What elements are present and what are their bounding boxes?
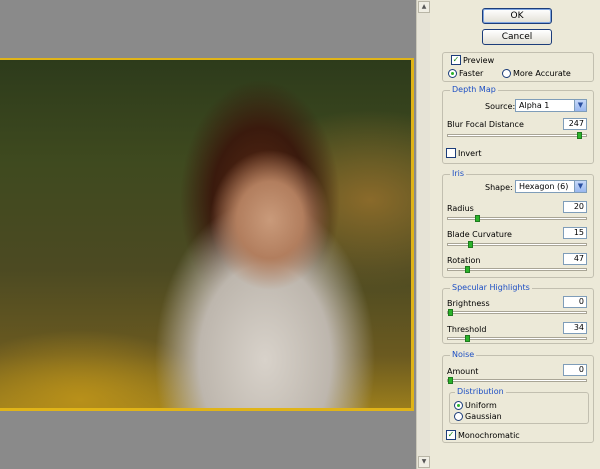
monochromatic-checkbox[interactable]: ✓ <box>446 430 456 440</box>
monochromatic-label: Monochromatic <box>458 431 520 440</box>
amount-input[interactable]: 0 <box>563 364 587 376</box>
preview-image[interactable] <box>0 58 414 411</box>
chevron-down-icon: ▼ <box>574 100 586 111</box>
faster-label: Faster <box>459 69 484 78</box>
chevron-down-icon: ▼ <box>574 181 586 192</box>
vertical-scrollbar[interactable]: ▲ ▼ <box>416 0 430 469</box>
brightness-input[interactable]: 0 <box>563 296 587 308</box>
source-value: Alpha 1 <box>519 101 550 110</box>
depth-map-group: Depth Map Source: Alpha 1 ▼ Blur Focal D… <box>442 85 594 164</box>
settings-panel: OK Cancel ✓ Preview Faster More Accurate… <box>430 0 600 469</box>
invert-checkbox[interactable] <box>446 148 456 158</box>
shape-label: Shape: <box>485 183 513 192</box>
gaussian-label: Gaussian <box>465 412 502 421</box>
amount-label: Amount <box>447 367 479 376</box>
preview-canvas-top <box>0 0 416 58</box>
invert-label: Invert <box>458 149 482 158</box>
scroll-down-icon[interactable]: ▼ <box>418 456 430 468</box>
iris-group: Iris Shape: Hexagon (6) ▼ Radius 20 Blad… <box>442 169 594 278</box>
shape-select[interactable]: Hexagon (6) ▼ <box>515 180 587 193</box>
slider-thumb[interactable] <box>467 241 473 248</box>
radius-slider[interactable] <box>447 215 587 222</box>
more-accurate-label: More Accurate <box>513 69 571 78</box>
brightness-label: Brightness <box>447 299 490 308</box>
slider-thumb[interactable] <box>448 377 453 384</box>
blade-curvature-label: Blade Curvature <box>447 230 512 239</box>
slider-thumb[interactable] <box>577 132 582 139</box>
source-select[interactable]: Alpha 1 ▼ <box>515 99 587 112</box>
distribution-title: Distribution <box>455 387 506 396</box>
radius-label: Radius <box>447 204 474 213</box>
iris-title: Iris <box>450 169 467 178</box>
rotation-label: Rotation <box>447 256 481 265</box>
depth-map-title: Depth Map <box>450 85 498 94</box>
preview-options-group: ✓ Preview Faster More Accurate <box>442 52 594 82</box>
gaussian-radio[interactable] <box>454 412 463 421</box>
noise-title: Noise <box>450 350 477 359</box>
amount-slider[interactable] <box>447 377 587 384</box>
ok-button[interactable]: OK <box>482 8 552 24</box>
threshold-input[interactable]: 34 <box>563 322 587 334</box>
slider-thumb[interactable] <box>465 266 471 273</box>
slider-thumb[interactable] <box>465 335 471 342</box>
cancel-button[interactable]: Cancel <box>482 29 552 45</box>
blade-curvature-slider[interactable] <box>447 241 587 248</box>
uniform-label: Uniform <box>465 401 497 410</box>
uniform-radio[interactable] <box>454 401 463 410</box>
specular-highlights-title: Specular Highlights <box>450 283 532 292</box>
blur-focal-distance-label: Blur Focal Distance <box>447 120 524 129</box>
noise-group: Noise Amount 0 Distribution Uniform Gaus… <box>442 350 594 443</box>
rotation-slider[interactable] <box>447 266 587 273</box>
more-accurate-radio[interactable] <box>502 69 511 78</box>
preview-area <box>0 0 430 469</box>
radius-input[interactable]: 20 <box>563 201 587 213</box>
slider-thumb[interactable] <box>448 309 453 316</box>
threshold-slider[interactable] <box>447 335 587 342</box>
source-label: Source: <box>485 102 516 111</box>
rotation-input[interactable]: 47 <box>563 253 587 265</box>
scroll-up-icon[interactable]: ▲ <box>418 1 430 13</box>
distribution-group: Distribution Uniform Gaussian <box>449 387 589 424</box>
specular-highlights-group: Specular Highlights Brightness 0 Thresho… <box>442 283 594 344</box>
preview-canvas-bottom <box>0 413 416 469</box>
preview-label: Preview <box>463 56 495 65</box>
faster-radio[interactable] <box>448 69 457 78</box>
brightness-slider[interactable] <box>447 309 587 316</box>
shape-value: Hexagon (6) <box>519 182 569 191</box>
threshold-label: Threshold <box>447 325 487 334</box>
slider-thumb[interactable] <box>474 215 480 222</box>
blur-focal-distance-slider[interactable] <box>447 132 587 139</box>
blur-focal-distance-input[interactable]: 247 <box>563 118 587 130</box>
preview-checkbox[interactable]: ✓ <box>451 55 461 65</box>
blade-curvature-input[interactable]: 15 <box>563 227 587 239</box>
